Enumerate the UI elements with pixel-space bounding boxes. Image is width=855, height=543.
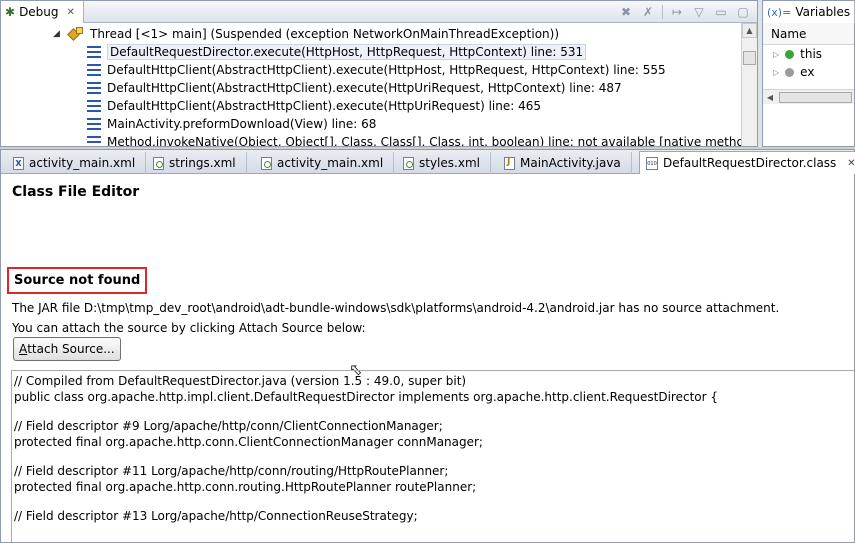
- local-variable-icon: [785, 67, 795, 77]
- tab-main-activity-java[interactable]: MainActivity.java: [498, 152, 632, 174]
- variable-row[interactable]: ▷ this: [763, 45, 854, 63]
- variable-name: this: [800, 47, 823, 61]
- attach-hint: You can attach the source by clicking At…: [12, 321, 366, 335]
- view-menu-chevron-down-icon[interactable]: ▽: [691, 4, 707, 20]
- stack-frame-icon: [87, 100, 101, 112]
- tab-label: MainActivity.java: [520, 156, 621, 170]
- tab-strings-xml[interactable]: strings.xml: [147, 152, 247, 174]
- stack-frame-label: MainActivity.preformDownload(View) line:…: [107, 117, 377, 131]
- tab-default-request-director-class[interactable]: 010 DefaultRequestDirector.class ✕: [639, 151, 855, 174]
- toolbar-separator: [662, 5, 663, 19]
- debug-toolbar: ✖ ✗ ↦ ▽ ▭ ▢: [618, 4, 751, 20]
- tab-label: activity_main.xml: [277, 156, 384, 170]
- remove-terminated-icon[interactable]: ✖: [618, 4, 634, 20]
- scroll-left-icon[interactable]: ◀: [763, 90, 777, 104]
- stack-frame-row[interactable]: Method.invokeNative(Object, Object[], Cl…: [87, 133, 741, 146]
- attach-source-button[interactable]: Attach Source...: [13, 337, 121, 361]
- class-file-editor: Class File Editor Source not found The J…: [1, 174, 854, 542]
- remove-all-terminated-icon[interactable]: ✗: [640, 4, 656, 20]
- variable-row[interactable]: ▷ ex: [763, 63, 854, 81]
- resource-file-icon: [261, 156, 272, 170]
- stack-frame-row[interactable]: DefaultHttpClient(AbstractHttpClient).ex…: [87, 61, 666, 79]
- stack-frame-icon: [87, 136, 101, 146]
- stack-frame-row[interactable]: DefaultHttpClient(AbstractHttpClient).ex…: [87, 97, 541, 115]
- stack-frame-label: DefaultHttpClient(AbstractHttpClient).ex…: [107, 99, 541, 113]
- suspended-thread-icon: [67, 27, 85, 41]
- bug-icon: ✱: [5, 5, 16, 19]
- top-panel-area: ✱ Debug ✕ ✖ ✗ ↦ ▽ ▭ ▢ ◢ Thread [<1> main…: [0, 0, 855, 147]
- stack-frame-label: DefaultHttpClient(AbstractHttpClient).ex…: [107, 63, 666, 77]
- tab-activity-main-xml-2[interactable]: activity_main.xml: [255, 152, 395, 174]
- xml-file-icon: X: [13, 156, 24, 170]
- stack-frame-icon: [87, 118, 101, 130]
- page-title: Class File Editor: [12, 184, 140, 200]
- debug-view-tabbar: ✱ Debug ✕ ✖ ✗ ↦ ▽ ▭ ▢: [1, 1, 757, 23]
- minimize-icon[interactable]: ▭: [713, 4, 729, 20]
- variables-view-tab[interactable]: (x)= Variables: [763, 1, 855, 23]
- stack-frame-row[interactable]: MainActivity.preformDownload(View) line:…: [87, 115, 376, 133]
- step-return-icon[interactable]: ↦: [669, 4, 685, 20]
- debug-view: ✱ Debug ✕ ✖ ✗ ↦ ▽ ▭ ▢ ◢ Thread [<1> main…: [0, 0, 758, 147]
- scrollbar-thumb[interactable]: [779, 91, 852, 103]
- code-line: protected final org.apache.http.conn.Cli…: [14, 435, 483, 449]
- scrollbar-thumb[interactable]: [743, 51, 756, 65]
- variables-view-tabbar: (x)= Variables: [763, 1, 855, 23]
- debug-vertical-scrollbar[interactable]: ▲: [741, 23, 757, 146]
- variables-icon: (x)=: [767, 5, 792, 19]
- code-line: // Compiled from DefaultRequestDirector.…: [14, 374, 467, 388]
- maximize-icon[interactable]: ▢: [735, 4, 751, 20]
- thread-row[interactable]: ◢ Thread [<1> main] (Suspended (exceptio…: [53, 25, 559, 43]
- attach-button-label: ttach Source...: [27, 342, 115, 356]
- stack-frame-icon: [87, 46, 101, 58]
- debug-view-tab[interactable]: ✱ Debug ✕: [1, 1, 84, 23]
- disassembled-code-area[interactable]: // Compiled from DefaultRequestDirector.…: [11, 370, 854, 542]
- stack-frame-icon: [87, 64, 101, 76]
- variable-name: ex: [800, 65, 815, 79]
- debug-tree: ◢ Thread [<1> main] (Suspended (exceptio…: [1, 23, 741, 146]
- thread-label: Thread [<1> main] (Suspended (exception …: [90, 27, 560, 41]
- close-icon[interactable]: ✕: [847, 158, 855, 169]
- tab-label: styles.xml: [419, 156, 480, 170]
- code-line: protected final org.apache.http.conn.rou…: [14, 480, 477, 494]
- stack-frame-row[interactable]: DefaultRequestDirector.execute(HttpHost,…: [87, 43, 587, 61]
- field-visibility-icon: [785, 49, 795, 59]
- editor-area: X activity_main.xml strings.xml activity…: [0, 149, 855, 543]
- java-file-icon: [504, 156, 515, 170]
- code-line: // Field descriptor #11 Lorg/apache/http…: [14, 464, 449, 478]
- jar-message: The JAR file D:\tmp\tmp_dev_root\android…: [12, 301, 780, 315]
- variables-tab-label: Variables: [795, 5, 851, 19]
- collapsed-chevron-icon[interactable]: ▷: [773, 50, 779, 59]
- tab-label: strings.xml: [169, 156, 236, 170]
- tab-label: activity_main.xml: [29, 156, 136, 170]
- code-line: // Field descriptor #9 Lorg/apache/http/…: [14, 419, 443, 433]
- debug-tab-label: Debug: [19, 5, 59, 19]
- editor-tabbar: X activity_main.xml strings.xml activity…: [1, 150, 855, 174]
- stack-frame-label: DefaultHttpClient(AbstractHttpClient).ex…: [107, 81, 622, 95]
- source-not-found-heading: Source not found: [7, 267, 148, 294]
- resource-file-icon: [153, 156, 164, 170]
- resource-file-icon: [403, 156, 414, 170]
- code-line: public class org.apache.http.impl.client…: [14, 390, 719, 404]
- stack-frame-row[interactable]: DefaultHttpClient(AbstractHttpClient).ex…: [87, 79, 622, 97]
- expanded-chevron-icon[interactable]: ◢: [53, 29, 65, 39]
- stack-frame-icon: [87, 82, 101, 94]
- variables-view: (x)= Variables Name ▷ this ▷ ex ◀: [762, 0, 855, 147]
- attach-button-mnemonic: A: [19, 342, 28, 356]
- collapsed-chevron-icon[interactable]: ▷: [773, 68, 779, 77]
- tab-activity-main-xml[interactable]: X activity_main.xml: [7, 152, 147, 174]
- tab-label: DefaultRequestDirector.class: [663, 156, 837, 170]
- stack-frame-label: DefaultRequestDirector.execute(HttpHost,…: [107, 44, 587, 60]
- tab-styles-xml[interactable]: styles.xml: [397, 152, 491, 174]
- stack-frame-label: Method.invokeNative(Object, Object[], Cl…: [107, 135, 741, 146]
- variables-horizontal-scrollbar[interactable]: ◀: [763, 89, 854, 104]
- code-line: // Field descriptor #13 Lorg/apache/http…: [14, 509, 418, 523]
- name-column-header[interactable]: Name: [763, 23, 854, 45]
- scroll-up-icon[interactable]: ▲: [742, 23, 757, 38]
- class-file-icon: 010: [646, 156, 658, 170]
- close-icon[interactable]: ✕: [67, 7, 75, 18]
